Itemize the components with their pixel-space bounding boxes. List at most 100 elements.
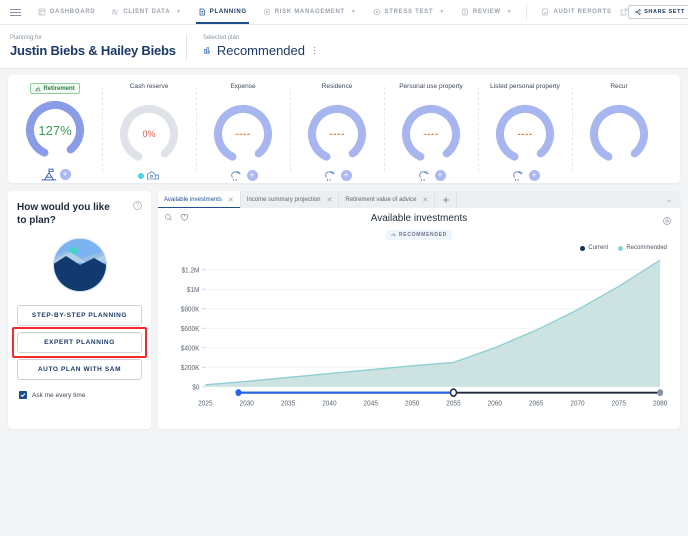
nav-item-review[interactable]: REVIEW ▼ <box>453 0 521 24</box>
target-icon <box>373 8 381 16</box>
personal-use-property-add-button[interactable]: + <box>434 169 446 181</box>
y-axis-tick-label: $800K <box>181 305 200 314</box>
property-icon <box>418 170 429 181</box>
residence-gauge: ---- <box>304 101 370 167</box>
retirement-gauge: 127% <box>22 97 88 163</box>
nav-item-client-data[interactable]: CLIENT DATA ▼ <box>103 0 189 24</box>
x-axis-tick-label: 2075 <box>612 399 626 408</box>
y-axis-tick-label: $1.2M <box>181 266 199 275</box>
review-icon <box>462 8 468 16</box>
nav-label-audit-reports: AUDIT REPORTS <box>553 9 612 15</box>
tab-retirement-value-of-advice[interactable]: Retirement value of advice ✕ <box>339 191 436 208</box>
chevron-down-icon[interactable]: ⌄ <box>666 196 672 204</box>
ask-every-time-checkbox[interactable] <box>19 391 27 399</box>
heart-icon[interactable] <box>180 213 189 222</box>
chevron-down-icon[interactable]: ▼ <box>507 9 513 15</box>
cash-icon <box>147 171 159 180</box>
x-axis-tick-label: 2040 <box>322 399 336 408</box>
listed-personal-property-value: ---- <box>517 128 533 140</box>
y-axis-tick-label: $400K <box>181 344 200 353</box>
area-fill <box>205 260 661 387</box>
share-settings-button[interactable]: SHARE SETT <box>628 5 688 19</box>
x-axis-tick-label: 2035 <box>281 399 295 408</box>
slider-handle-end <box>657 389 664 397</box>
auto-plan-with-sam-button[interactable]: AUTO PLAN WITH SAM <box>17 359 142 380</box>
hamburger-menu-icon[interactable] <box>0 8 30 16</box>
nav-item-stress-test[interactable]: STRESS TEST ▼ <box>365 0 453 24</box>
tab-label: Retirement value of advice <box>345 196 417 203</box>
kpi-expense[interactable]: Expense ---- + <box>196 75 290 183</box>
listed-personal-property-footer: + <box>478 168 572 182</box>
y-axis-tick-label: $600K <box>181 325 200 334</box>
kpi-residence[interactable]: Residence ---- + <box>290 75 384 183</box>
tabbar-filler: ⌄ <box>457 191 680 208</box>
retirement-add-button[interactable]: + <box>59 169 71 180</box>
chart-panel: Available investments ✕ Income summary p… <box>158 191 680 429</box>
chart-title: Available investments <box>370 213 468 224</box>
residence-add-button[interactable]: + <box>340 169 352 181</box>
client-names: Justin Biebs & Hailey Biebs <box>10 43 176 58</box>
residence-icon <box>324 170 335 181</box>
expense-icon <box>230 170 241 181</box>
close-icon[interactable]: ✕ <box>228 196 234 204</box>
add-tab-button[interactable] <box>435 191 458 208</box>
cash-reserve-title: Cash reserve <box>129 83 169 90</box>
chevron-down-icon[interactable]: ▼ <box>351 9 357 15</box>
plus-icon <box>442 196 449 203</box>
kpi-listed-personal-property[interactable]: Listed personal property ---- + <box>478 75 572 183</box>
expense-add-button[interactable]: + <box>246 169 258 181</box>
residence-footer: + <box>290 168 384 182</box>
recurring-title: Recur <box>610 83 628 90</box>
help-icon[interactable]: ? <box>133 201 142 210</box>
close-icon[interactable]: ✕ <box>327 196 333 204</box>
nav-label-review: REVIEW <box>472 9 501 15</box>
nav-item-dashboard[interactable]: DASHBOARD <box>30 0 103 24</box>
expert-planning-button[interactable]: EXPERT PLANNING <box>17 332 142 353</box>
personal-use-property-gauge: ---- <box>398 101 464 167</box>
close-icon[interactable]: ✕ <box>422 196 428 204</box>
residence-value: ---- <box>329 128 345 140</box>
nav-item-audit-reports[interactable]: AUDIT REPORTS <box>533 0 635 24</box>
external-link-icon[interactable] <box>620 8 628 16</box>
planning-icon <box>199 8 205 16</box>
x-axis-tick-label: 2065 <box>529 399 543 408</box>
mountain-lake-icon <box>52 238 107 292</box>
kpi-personal-use-property[interactable]: Personal use property ---- + <box>384 75 478 183</box>
listed-personal-property-gauge: ---- <box>492 101 558 167</box>
chevron-down-icon[interactable]: ▼ <box>439 9 445 15</box>
kpi-strip-wrapper: Retirement 127% + Cash reserve 0% Expens… <box>0 69 688 183</box>
plan-menu-icon[interactable] <box>310 45 320 57</box>
cash-reserve-gauge: 0% <box>116 101 182 167</box>
kpi-retirement[interactable]: Retirement 127% + <box>8 75 102 183</box>
step-by-step-planning-button[interactable]: STEP-BY-STEP PLANNING <box>17 305 142 326</box>
personal-use-property-footer: + <box>384 168 478 182</box>
listed-personal-property-add-button[interactable]: + <box>528 169 540 181</box>
tab-available-investments[interactable]: Available investments ✕ <box>158 191 241 208</box>
settings-circle-icon[interactable] <box>662 216 672 226</box>
chart-bar-icon <box>391 233 396 236</box>
main-content: How would you like to plan? ? STEP-BY-ST… <box>0 183 688 429</box>
nav-items: DASHBOARD CLIENT DATA ▼ PLANNING RISK MA… <box>30 0 636 24</box>
kpi-cash-reserve[interactable]: Cash reserve 0% <box>102 75 196 183</box>
nav-label-dashboard: DASHBOARD <box>50 9 96 15</box>
nav-item-risk-management[interactable]: RISK MANAGEMENT ▼ <box>255 0 365 24</box>
tab-label: Available investments <box>164 196 222 203</box>
plan-row: Recommended <box>203 43 320 58</box>
chevron-down-icon[interactable]: ▼ <box>176 9 182 15</box>
chart-settings <box>662 213 672 231</box>
kpi-recurring[interactable]: Recur <box>572 75 666 183</box>
zoom-icon[interactable] <box>164 213 173 222</box>
x-axis-tick-label: 2080 <box>653 399 667 408</box>
ask-every-time-row: Ask me every time <box>17 391 142 399</box>
retirement-value: 127% <box>38 122 72 138</box>
y-axis-tick-label: $0 <box>192 383 199 392</box>
tab-income-summary-projection[interactable]: Income summary projection ✕ <box>241 191 340 208</box>
nav-item-planning[interactable]: PLANNING <box>190 0 255 24</box>
chart-plot-area: $0 $200K $400K $600K $800K $1M $1.2M 2025 2030 20… <box>158 251 680 429</box>
people-icon <box>111 9 119 15</box>
planning-buttons: STEP-BY-STEP PLANNING EXPERT PLANNING AU… <box>12 305 147 380</box>
retirement-footer: + <box>8 167 102 182</box>
listed-personal-property-title: Listed personal property <box>490 83 560 90</box>
header-divider <box>185 33 187 60</box>
x-axis-tick-label: 2070 <box>570 399 584 408</box>
